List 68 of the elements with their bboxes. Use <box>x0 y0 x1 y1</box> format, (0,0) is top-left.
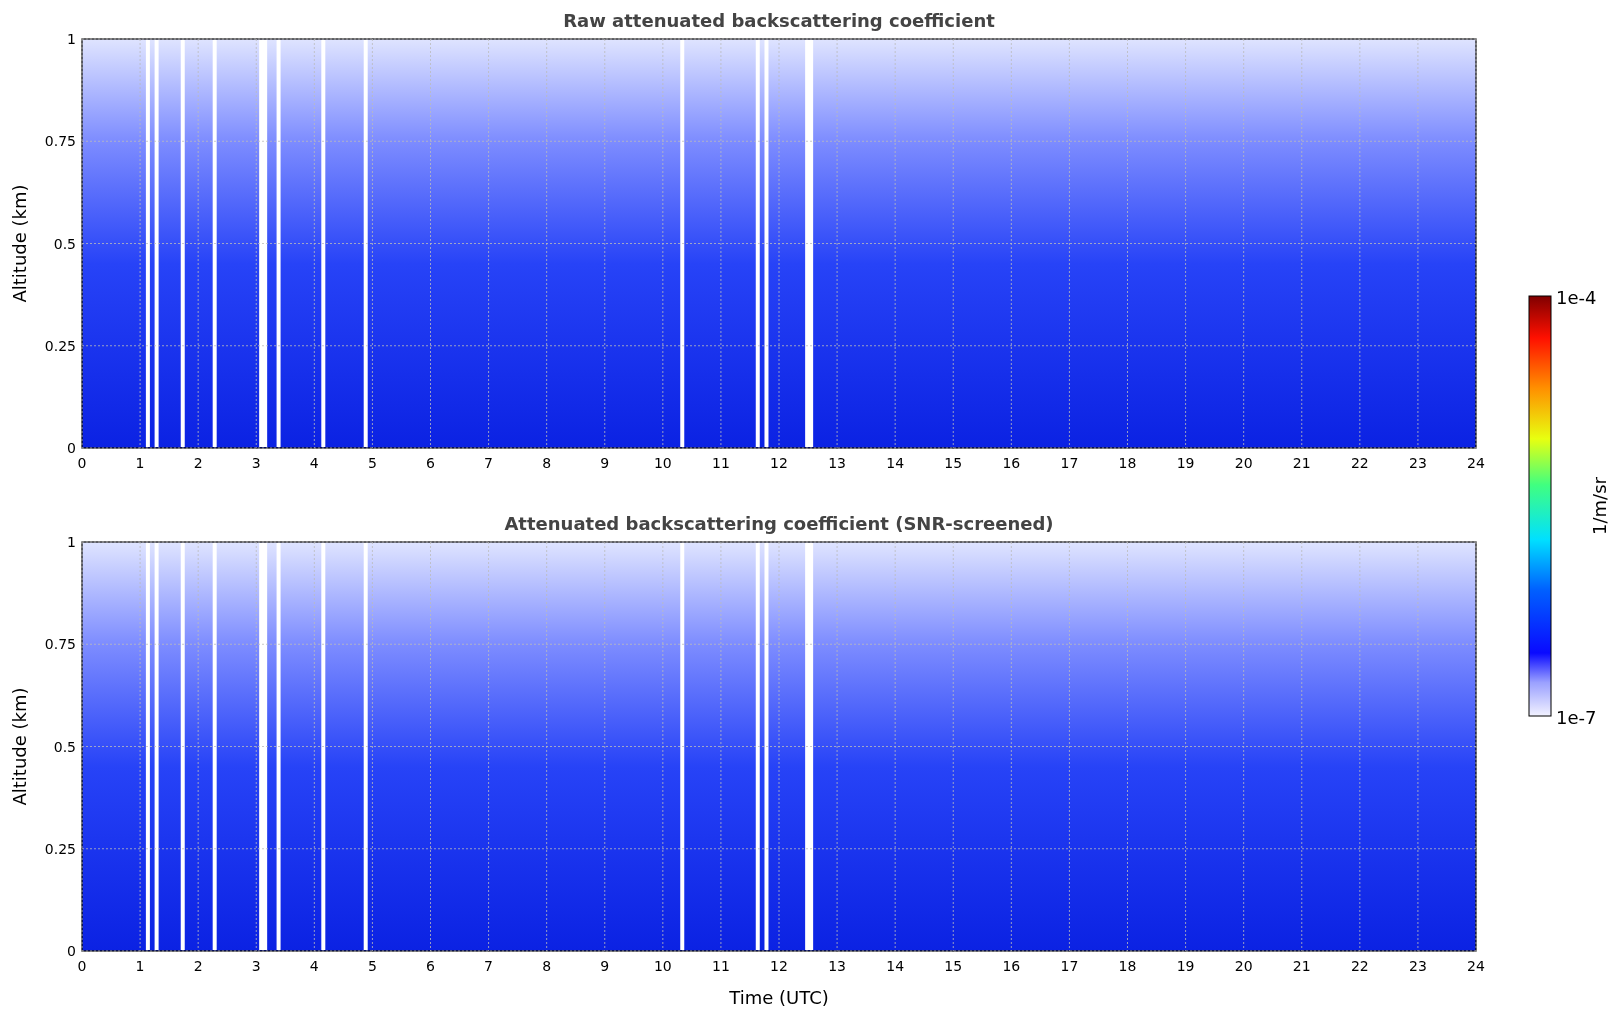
x-tick-label: 10 <box>653 455 672 471</box>
plot-title: Attenuated backscattering coefficient (SNR-screened) <box>504 513 1054 534</box>
colorbar-min-label: 1e-7 <box>1556 707 1597 728</box>
y-tick-label: 0.75 <box>44 636 76 653</box>
x-tick-label: 12 <box>770 455 788 471</box>
x-tick-label: 3 <box>251 958 261 974</box>
x-tick-label: 12 <box>770 958 788 974</box>
x-tick-label: 13 <box>828 455 846 471</box>
x-tick-label: 23 <box>1409 958 1427 974</box>
x-tick-label: 14 <box>886 958 905 974</box>
x-tick-label: 9 <box>600 958 610 974</box>
x-tick-label: 7 <box>484 455 494 471</box>
y-tick-label: 0.5 <box>53 738 76 755</box>
x-tick-label: 0 <box>77 455 87 471</box>
x-tick-label: 10 <box>653 958 672 974</box>
x-tick-label: 24 <box>1467 958 1485 974</box>
x-tick-label: 17 <box>1060 455 1079 471</box>
y-tick-label: 1 <box>67 31 76 47</box>
x-tick-label: 18 <box>1118 958 1137 974</box>
x-tick-label: 6 <box>426 958 435 974</box>
x-tick-label: 1 <box>135 455 145 471</box>
x-tick-label: 23 <box>1409 455 1427 471</box>
x-tick-label: 15 <box>944 958 963 974</box>
x-tick-label: 9 <box>600 455 610 471</box>
x-tick-label: 24 <box>1467 455 1485 471</box>
x-tick-label: 11 <box>712 958 730 974</box>
y-axis-label: Altitude (km) <box>9 687 30 806</box>
y-axis-label: Altitude (km) <box>9 184 30 303</box>
x-tick-label: 17 <box>1060 958 1079 974</box>
y-tick-label: 0.5 <box>53 235 76 252</box>
x-tick-label: 6 <box>426 455 435 471</box>
colorbar-label: 1/m/sr <box>1589 477 1610 535</box>
x-tick-label: 19 <box>1176 455 1195 471</box>
x-tick-label: 22 <box>1350 455 1369 471</box>
x-tick-label: 2 <box>193 455 203 471</box>
x-tick-label: 5 <box>367 958 377 974</box>
x-tick-label: 0 <box>77 958 87 974</box>
x-tick-label: 18 <box>1118 455 1137 471</box>
plot-title: Raw attenuated backscattering coefficient <box>563 10 995 31</box>
x-tick-label: 4 <box>309 455 319 471</box>
x-tick-label: 15 <box>944 455 963 471</box>
x-tick-label: 8 <box>542 455 552 471</box>
colorbar-max-label: 1e-4 <box>1556 287 1597 308</box>
x-tick-label: 14 <box>886 455 905 471</box>
x-tick-label: 8 <box>542 958 552 974</box>
y-tick-label: 0.25 <box>44 337 76 354</box>
x-tick-label: 5 <box>367 455 377 471</box>
x-tick-label: 22 <box>1350 958 1369 974</box>
y-tick-label: 1 <box>67 534 76 550</box>
x-tick-label: 13 <box>828 958 846 974</box>
x-axis-label: Time (UTC) <box>729 987 829 1008</box>
y-tick-label: 0 <box>67 440 76 456</box>
x-tick-label: 4 <box>309 958 319 974</box>
x-tick-label: 20 <box>1234 455 1253 471</box>
x-tick-label: 11 <box>712 455 730 471</box>
x-tick-label: 21 <box>1292 958 1311 974</box>
x-tick-label: 7 <box>484 958 494 974</box>
x-tick-label: 1 <box>135 958 145 974</box>
x-tick-label: 16 <box>1002 958 1021 974</box>
x-tick-label: 3 <box>251 455 261 471</box>
x-tick-label: 16 <box>1002 455 1021 471</box>
x-tick-label: 19 <box>1176 958 1195 974</box>
y-tick-label: 0 <box>67 943 76 959</box>
y-tick-label: 0.25 <box>44 840 76 857</box>
x-tick-label: 21 <box>1292 455 1311 471</box>
x-tick-label: 20 <box>1234 958 1253 974</box>
y-tick-label: 0.75 <box>44 133 76 150</box>
x-tick-label: 2 <box>193 958 203 974</box>
